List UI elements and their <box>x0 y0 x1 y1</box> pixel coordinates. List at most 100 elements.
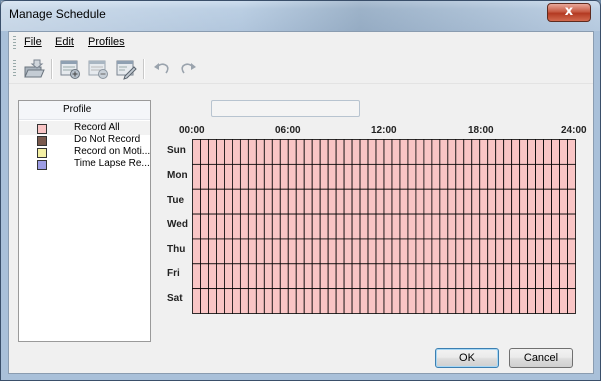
schedule-slot-cell[interactable] <box>343 163 353 190</box>
schedule-slot-cell[interactable] <box>407 288 417 314</box>
schedule-slot-cell[interactable] <box>455 213 465 240</box>
schedule-slot-cell[interactable] <box>407 238 417 265</box>
schedule-slot-cell[interactable] <box>351 288 361 314</box>
schedule-slot-cell[interactable] <box>439 238 449 265</box>
schedule-slot-cell[interactable] <box>391 163 401 190</box>
schedule-slot-cell[interactable] <box>431 263 441 290</box>
schedule-slot-cell[interactable] <box>192 263 201 290</box>
schedule-slot-cell[interactable] <box>239 163 249 190</box>
schedule-slot-cell[interactable] <box>295 188 305 215</box>
schedule-slot-cell[interactable] <box>343 238 353 265</box>
schedule-slot-cell[interactable] <box>263 288 273 314</box>
schedule-slot-cell[interactable] <box>303 263 313 290</box>
schedule-slot-cell[interactable] <box>527 188 537 215</box>
schedule-slot-cell[interactable] <box>527 238 537 265</box>
schedule-slot-cell[interactable] <box>295 163 305 190</box>
schedule-slot-cell[interactable] <box>351 213 361 240</box>
schedule-slot-cell[interactable] <box>447 139 457 165</box>
schedule-slot-cell[interactable] <box>495 139 505 165</box>
schedule-slot-cell[interactable] <box>216 263 225 290</box>
profile-item[interactable]: Time Lapse Re... <box>19 157 150 171</box>
schedule-slot-cell[interactable] <box>423 163 433 190</box>
schedule-slot-cell[interactable] <box>335 163 345 190</box>
schedule-slot-cell[interactable] <box>407 163 417 190</box>
schedule-slot-cell[interactable] <box>495 163 505 190</box>
schedule-slot-cell[interactable] <box>255 139 265 165</box>
schedule-slot-cell[interactable] <box>535 238 544 265</box>
schedule-slot-cell[interactable] <box>192 188 201 215</box>
schedule-slot-cell[interactable] <box>487 288 497 314</box>
schedule-slot-cell[interactable] <box>439 188 449 215</box>
cancel-button[interactable]: Cancel <box>509 348 573 368</box>
schedule-slot-cell[interactable] <box>559 188 568 215</box>
schedule-slot-cell[interactable] <box>439 288 449 314</box>
schedule-slot-cell[interactable] <box>399 163 409 190</box>
schedule-slot-cell[interactable] <box>511 213 521 240</box>
schedule-slot-cell[interactable] <box>487 163 497 190</box>
schedule-slot-cell[interactable] <box>295 213 305 240</box>
schedule-slot-cell[interactable] <box>399 288 409 314</box>
schedule-slot-cell[interactable] <box>239 263 249 290</box>
schedule-slot-cell[interactable] <box>503 139 513 165</box>
schedule-slot-cell[interactable] <box>216 139 225 165</box>
schedule-slot-cell[interactable] <box>224 163 233 190</box>
schedule-slot-cell[interactable] <box>255 163 265 190</box>
schedule-slot-cell[interactable] <box>287 163 297 190</box>
schedule-slot-cell[interactable] <box>407 263 417 290</box>
schedule-slot-cell[interactable] <box>287 213 297 240</box>
schedule-slot-cell[interactable] <box>200 288 209 314</box>
schedule-slot-cell[interactable] <box>503 213 513 240</box>
schedule-slot-cell[interactable] <box>192 213 201 240</box>
schedule-slot-cell[interactable] <box>519 288 529 314</box>
schedule-slot-cell[interactable] <box>463 139 473 165</box>
schedule-slot-cell[interactable] <box>415 188 425 215</box>
schedule-slot-cell[interactable] <box>383 188 393 215</box>
schedule-slot-cell[interactable] <box>311 213 321 240</box>
schedule-slot-cell[interactable] <box>303 238 313 265</box>
schedule-slot-cell[interactable] <box>319 139 329 165</box>
schedule-slot-cell[interactable] <box>200 188 209 215</box>
schedule-slot-cell[interactable] <box>232 163 241 190</box>
schedule-slot-cell[interactable] <box>375 213 385 240</box>
redo-icon[interactable] <box>177 58 199 80</box>
schedule-slot-cell[interactable] <box>407 139 417 165</box>
schedule-slot-cell[interactable] <box>447 213 457 240</box>
schedule-slot-cell[interactable] <box>543 238 552 265</box>
schedule-slot-cell[interactable] <box>232 288 241 314</box>
schedule-slot-cell[interactable] <box>327 188 337 215</box>
schedule-slot-cell[interactable] <box>471 213 481 240</box>
schedule-slot-cell[interactable] <box>375 288 385 314</box>
schedule-slot-cell[interactable] <box>535 288 544 314</box>
schedule-slot-cell[interactable] <box>407 213 417 240</box>
schedule-slot-cell[interactable] <box>479 238 489 265</box>
schedule-slot-cell[interactable] <box>367 238 377 265</box>
schedule-slot-cell[interactable] <box>335 263 345 290</box>
schedule-slot-cell[interactable] <box>567 263 576 290</box>
schedule-slot-cell[interactable] <box>423 238 433 265</box>
schedule-slot-cell[interactable] <box>271 213 281 240</box>
schedule-slot-cell[interactable] <box>495 213 505 240</box>
schedule-slot-cell[interactable] <box>367 139 377 165</box>
schedule-slot-cell[interactable] <box>192 288 201 314</box>
ok-button[interactable]: OK <box>435 348 499 368</box>
schedule-slot-cell[interactable] <box>383 263 393 290</box>
schedule-slot-cell[interactable] <box>224 263 233 290</box>
schedule-slot-cell[interactable] <box>247 238 257 265</box>
schedule-slot-cell[interactable] <box>255 288 265 314</box>
schedule-slot-cell[interactable] <box>351 139 361 165</box>
schedule-slot-cell[interactable] <box>415 238 425 265</box>
schedule-name-field[interactable] <box>211 100 360 117</box>
schedule-slot-cell[interactable] <box>359 288 369 314</box>
schedule-slot-cell[interactable] <box>200 139 209 165</box>
schedule-slot-cell[interactable] <box>208 188 217 215</box>
schedule-slot-cell[interactable] <box>319 238 329 265</box>
schedule-slot-cell[interactable] <box>311 263 321 290</box>
schedule-slot-cell[interactable] <box>255 188 265 215</box>
schedule-slot-cell[interactable] <box>383 238 393 265</box>
schedule-slot-cell[interactable] <box>216 163 225 190</box>
schedule-slot-cell[interactable] <box>551 263 560 290</box>
schedule-slot-cell[interactable] <box>415 213 425 240</box>
schedule-slot-cell[interactable] <box>208 163 217 190</box>
schedule-slot-cell[interactable] <box>335 139 345 165</box>
schedule-slot-cell[interactable] <box>559 263 568 290</box>
